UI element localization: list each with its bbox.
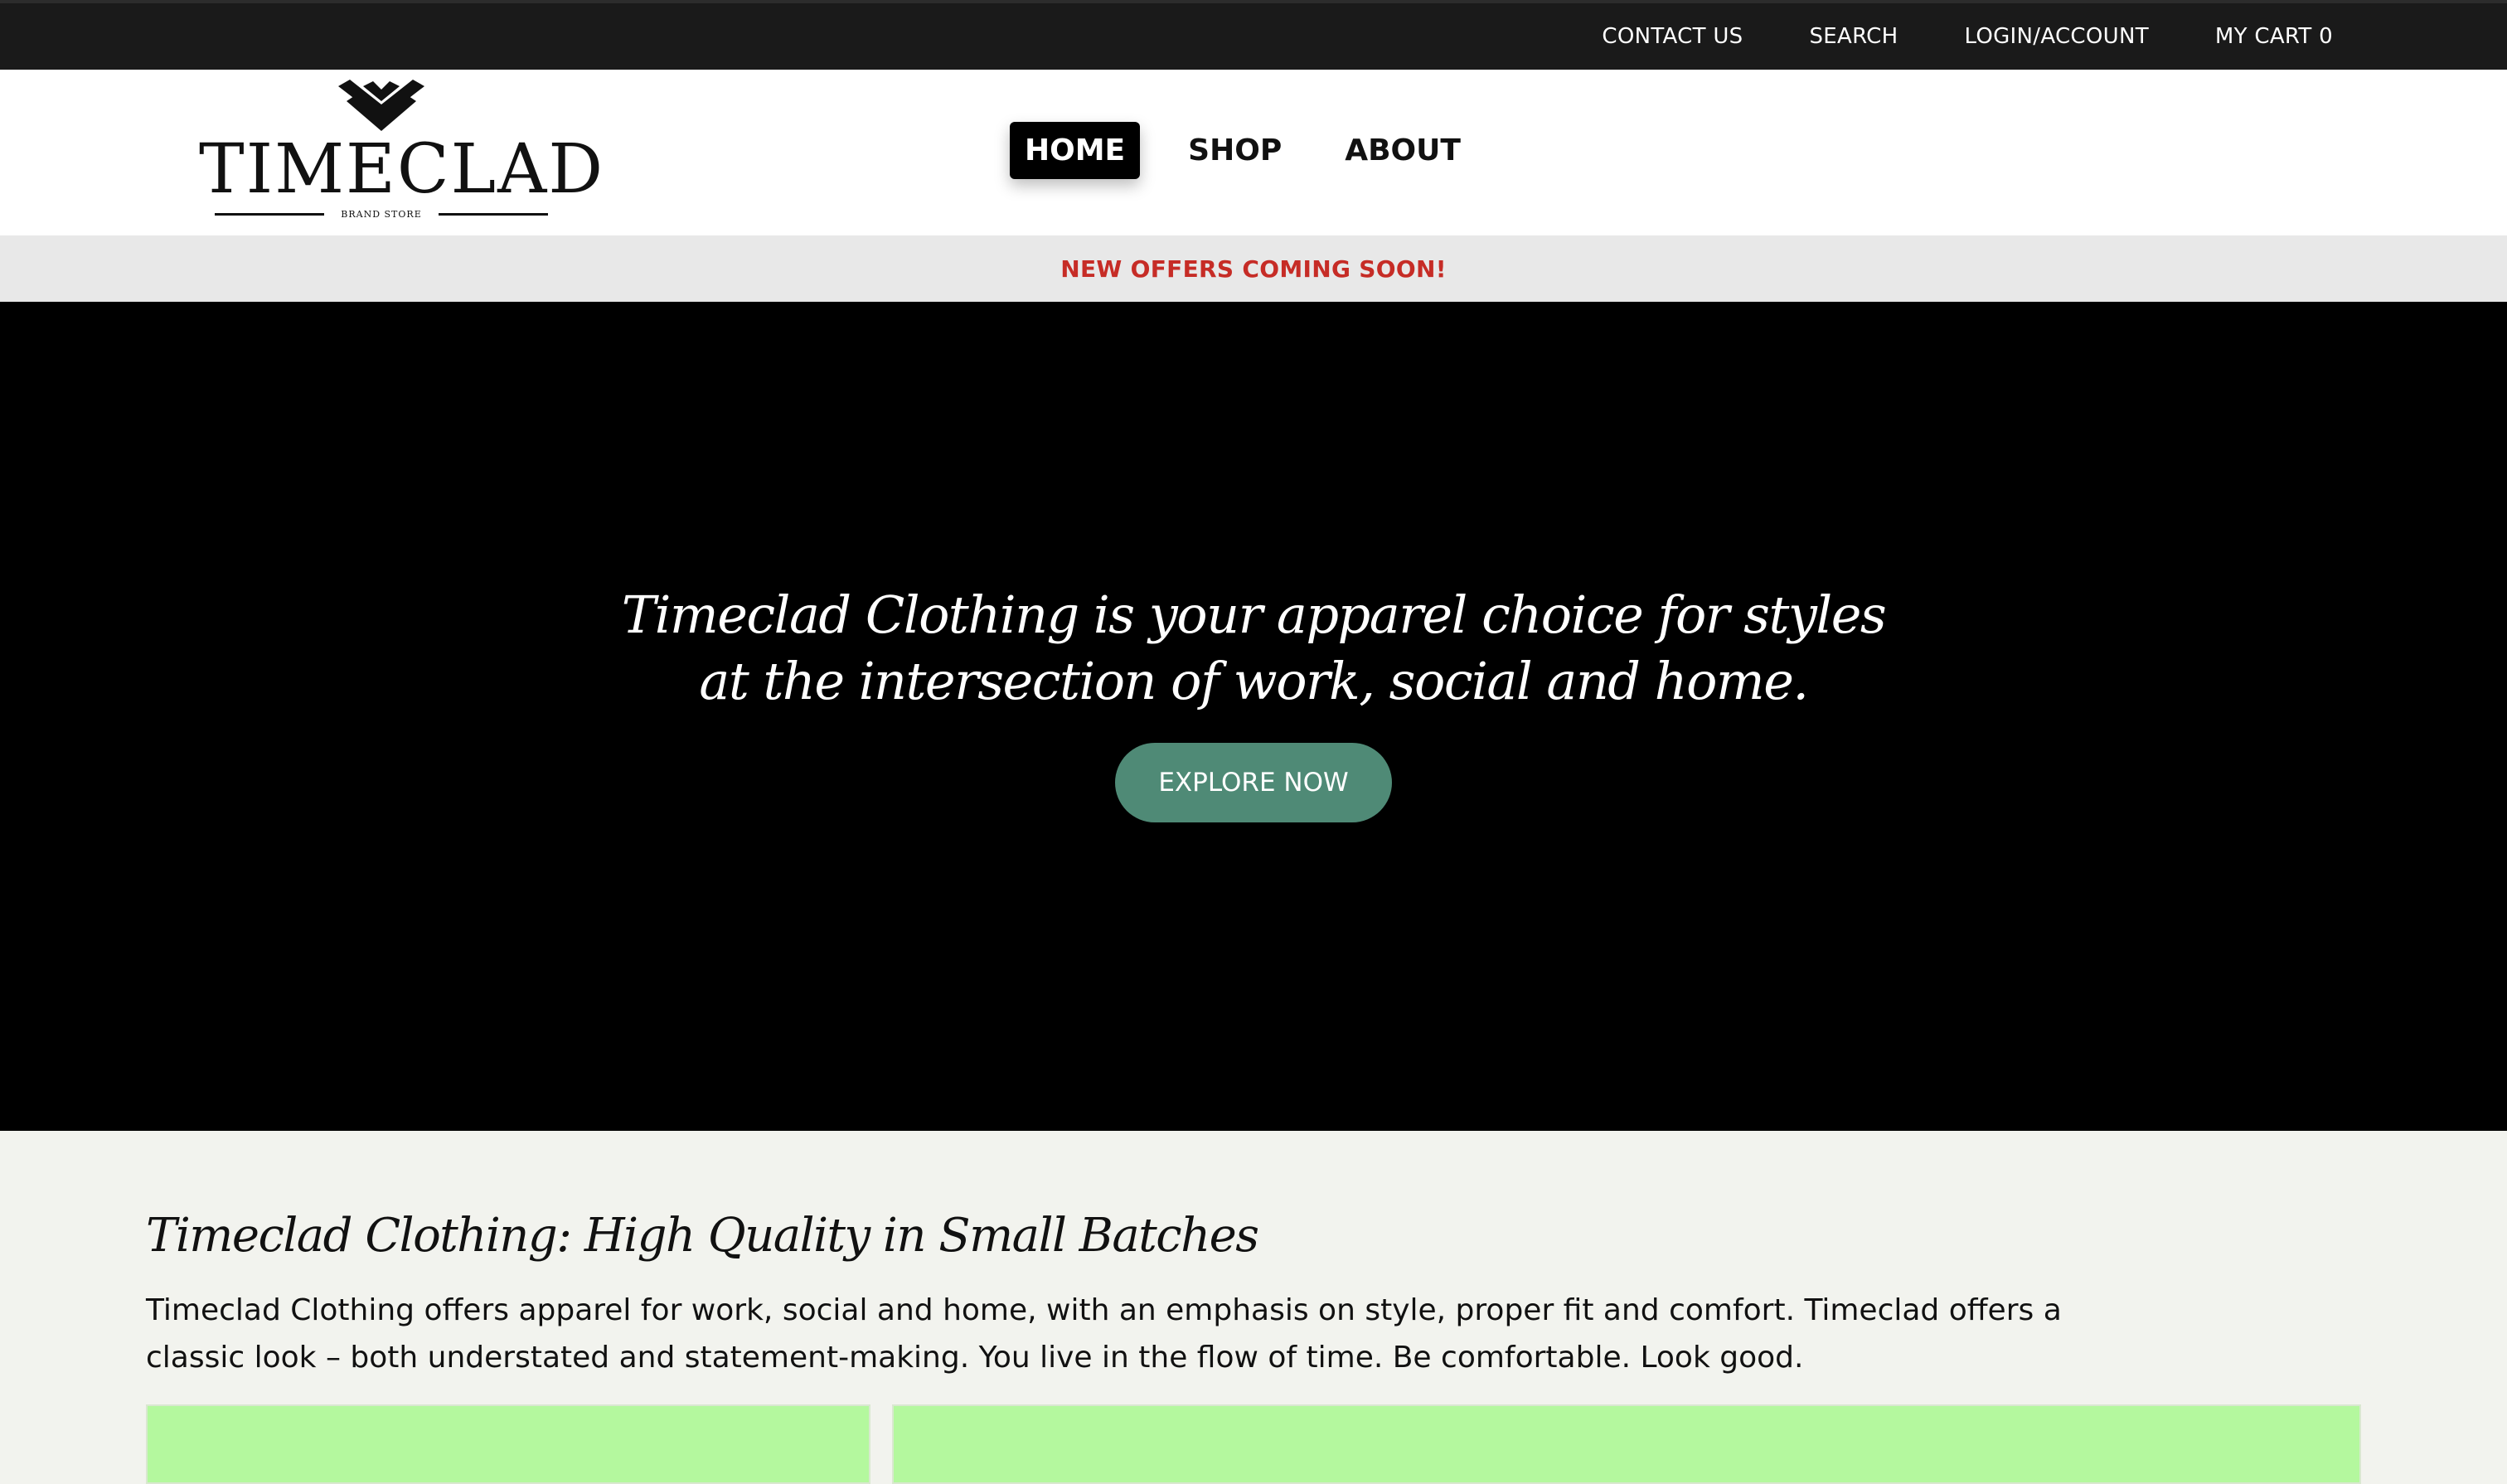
logo-tagline: BRAND STORE — [341, 209, 422, 220]
intro-section: Timeclad Clothing: High Quality in Small… — [0, 1131, 2507, 1484]
main-navigation: HOME SHOP ABOUT — [1010, 122, 1476, 179]
logo-wordmark: TIMECLAD — [199, 130, 605, 209]
my-cart-link[interactable]: MY CART 0 — [2215, 24, 2333, 49]
intro-body: Timeclad Clothing offers apparel for wor… — [146, 1293, 2062, 1375]
hero-banner: Timeclad Clothing is your apparel choice… — [0, 302, 2507, 1131]
site-header: TIMECLAD BRAND STORE HOME SHOP ABOUT — [0, 70, 2507, 235]
hero-headline: Timeclad Clothing is your apparel choice… — [621, 584, 1887, 711]
login-account-link[interactable]: LOGIN/ACCOUNT — [1964, 24, 2148, 49]
contact-us-link[interactable]: CONTACT US — [1602, 24, 1743, 49]
timeclad-logo[interactable]: TIMECLAD BRAND STORE — [199, 80, 605, 229]
top-utility-links: CONTACT US SEARCH LOGIN/ACCOUNT MY CART … — [1602, 3, 2333, 70]
announcement-bar: NEW OFFERS COMING SOON! — [0, 235, 2507, 302]
feature-card-left[interactable] — [146, 1404, 870, 1484]
nav-item-home[interactable]: HOME — [1010, 122, 1141, 179]
logo-divider-left — [215, 213, 325, 216]
search-link[interactable]: SEARCH — [1809, 24, 1898, 49]
logo-divider-right — [438, 213, 548, 216]
intro-heading: Timeclad Clothing: High Quality in Small… — [146, 1209, 1259, 1263]
feature-card-right[interactable] — [892, 1404, 2361, 1484]
logo-tagline-row: BRAND STORE — [199, 209, 564, 220]
announcement-text: NEW OFFERS COMING SOON! — [1060, 255, 1447, 283]
top-utility-bar: CONTACT US SEARCH LOGIN/ACCOUNT MY CART … — [0, 0, 2507, 70]
nav-item-about[interactable]: ABOUT — [1330, 122, 1476, 179]
nav-item-shop[interactable]: SHOP — [1173, 122, 1297, 179]
explore-now-button[interactable]: EXPLORE NOW — [1115, 743, 1392, 822]
